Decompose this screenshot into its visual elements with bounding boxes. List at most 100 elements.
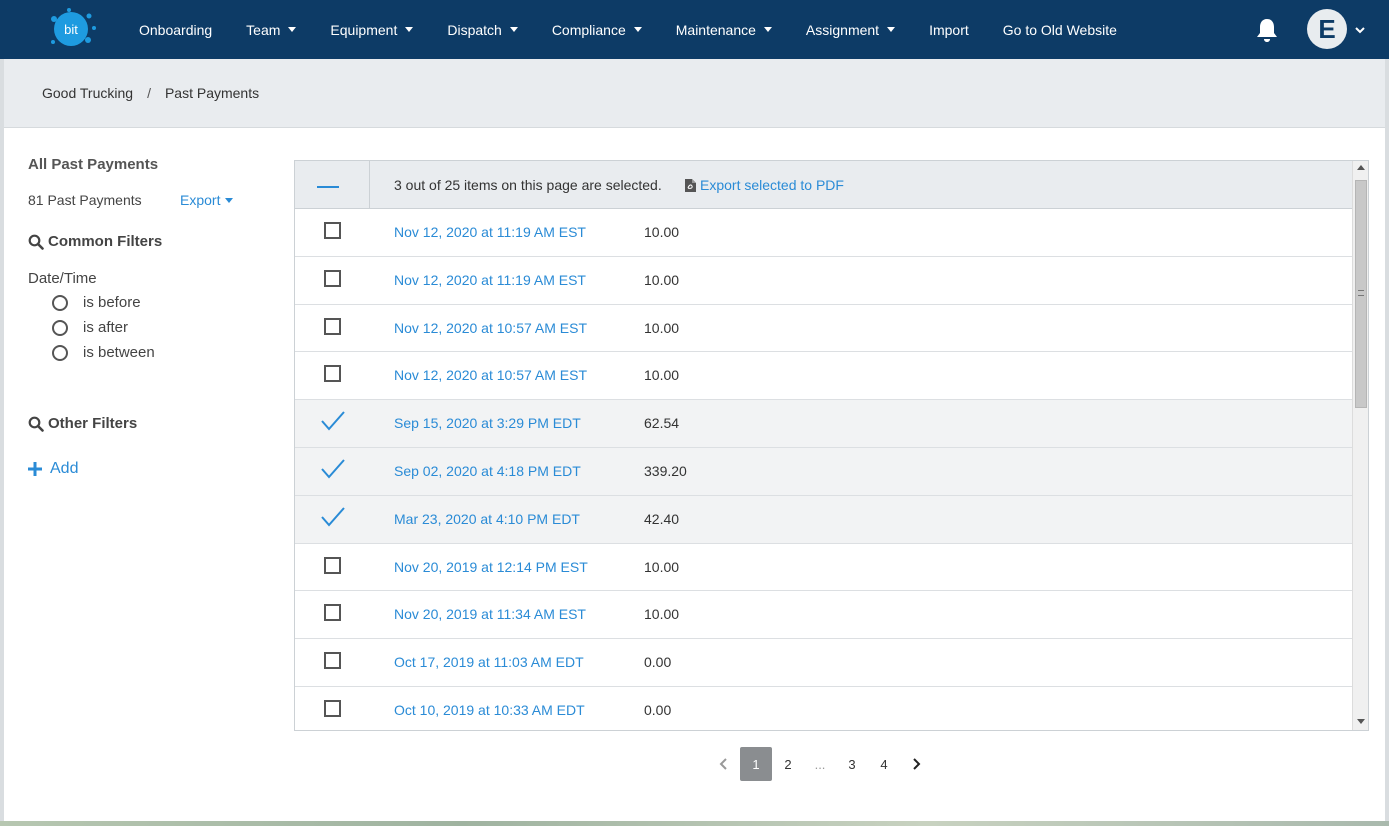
- breadcrumb-separator: /: [147, 85, 151, 101]
- nav-item-team[interactable]: Team: [229, 0, 313, 59]
- row-checkbox[interactable]: [324, 317, 341, 335]
- table-row[interactable]: Sep 15, 2020 at 3:29 PM EDT 62.54: [295, 400, 1352, 448]
- export-pdf-label: Export selected to PDF: [700, 177, 844, 193]
- payment-date-link[interactable]: Nov 12, 2020 at 10:57 AM EST: [394, 367, 587, 383]
- payment-date-link[interactable]: Nov 20, 2019 at 11:34 AM EST: [394, 606, 586, 622]
- payment-amount: 339.20: [644, 462, 687, 479]
- caret-down-icon: [225, 197, 234, 203]
- window-frame-right: [1385, 59, 1389, 826]
- payment-amount: 10.00: [644, 271, 680, 288]
- nav-item-label: Assignment: [805, 21, 880, 38]
- page-button-1[interactable]: 1: [740, 747, 772, 781]
- add-filter-button[interactable]: Add: [28, 460, 78, 478]
- row-checkbox[interactable]: [324, 365, 341, 383]
- chevron-down-icon[interactable]: [1354, 25, 1366, 35]
- page-title: All Past Payments: [28, 156, 159, 173]
- row-checkbox[interactable]: [324, 699, 341, 717]
- export-pdf-link[interactable]: Export selected to PDF: [685, 177, 844, 193]
- table-row[interactable]: Sep 02, 2020 at 4:18 PM EDT 339.20: [295, 447, 1352, 496]
- payment-amount: 10.00: [644, 224, 680, 240]
- payment-date-link[interactable]: Oct 10, 2019 at 10:33 AM EDT: [394, 702, 585, 718]
- scroll-up-arrow-icon[interactable]: [1357, 165, 1365, 170]
- avatar[interactable]: E: [1307, 9, 1347, 49]
- logo[interactable]: bit: [44, 6, 98, 52]
- radio-label: is after: [83, 319, 129, 336]
- table-row[interactable]: Nov 20, 2019 at 11:34 AM EST 10.00: [295, 591, 1352, 640]
- payment-date-link[interactable]: Nov 12, 2020 at 11:19 AM EST: [394, 272, 586, 288]
- breadcrumb-item-company[interactable]: Good Trucking: [42, 85, 133, 101]
- table-row[interactable]: Nov 12, 2020 at 10:57 AM EST 10.00: [295, 352, 1352, 401]
- nav-item-import[interactable]: Import: [912, 0, 986, 59]
- payment-date-link[interactable]: Oct 17, 2019 at 11:03 AM EDT: [394, 654, 584, 670]
- export-label: Export: [180, 192, 221, 208]
- payment-date-link[interactable]: Nov 12, 2020 at 11:19 AM EST: [394, 224, 586, 240]
- table-row[interactable]: Nov 12, 2020 at 11:19 AM EST 10.00: [295, 257, 1352, 305]
- row-checkbox[interactable]: [324, 652, 341, 670]
- nav-item-onboarding[interactable]: Onboarding: [122, 0, 229, 59]
- export-dropdown[interactable]: Export: [180, 192, 234, 208]
- caret-down-icon: [633, 27, 642, 32]
- payment-amount: 62.54: [644, 415, 680, 432]
- nav-item-assignment[interactable]: Assignment: [789, 0, 912, 59]
- table-row[interactable]: Mar 23, 2020 at 4:10 PM EDT 42.40: [295, 495, 1352, 544]
- caret-down-icon: [887, 27, 896, 32]
- breadcrumb-item-current: Past Payments: [164, 85, 260, 101]
- select-all-checkbox[interactable]: [295, 161, 370, 208]
- pagination: 1 2... 3 4: [708, 747, 932, 781]
- window-frame-bottom: [0, 821, 1389, 826]
- chevron-right-icon: [913, 758, 921, 770]
- nav-item-equipment[interactable]: Equipment: [313, 0, 430, 59]
- page-button-4[interactable]: 4: [868, 747, 900, 781]
- payment-amount: 0.00: [644, 654, 672, 671]
- nav-item-dispatch[interactable]: Dispatch: [430, 0, 534, 59]
- bell-icon[interactable]: [1255, 17, 1279, 43]
- table-row[interactable]: Nov 12, 2020 at 10:57 AM EST 10.00: [295, 305, 1352, 353]
- nav-item-compliance[interactable]: Compliance: [535, 0, 659, 59]
- payment-date-link[interactable]: Sep 15, 2020 at 3:29 PM EDT: [394, 415, 581, 431]
- nav-item-label: Maintenance: [675, 21, 756, 38]
- scrollbar-thumb[interactable]: [1355, 180, 1367, 408]
- radio-circle[interactable]: [52, 294, 68, 311]
- checkmark-icon[interactable]: [320, 506, 346, 528]
- page-button-2[interactable]: 2: [772, 747, 804, 781]
- payment-date-link[interactable]: Nov 12, 2020 at 10:57 AM EST: [394, 320, 587, 336]
- radio-label: is before: [83, 294, 141, 311]
- search-icon: [28, 234, 44, 250]
- page-button-3[interactable]: 3: [836, 747, 868, 781]
- radio-circle[interactable]: [52, 344, 68, 361]
- checkmark-icon[interactable]: [320, 410, 346, 432]
- avatar-initial: E: [1318, 13, 1336, 44]
- payment-date-link[interactable]: Sep 02, 2020 at 4:18 PM EDT: [394, 463, 581, 479]
- nav-item-label: Compliance: [551, 21, 626, 38]
- table-row[interactable]: Oct 17, 2019 at 11:03 AM EDT 0.00: [295, 639, 1352, 687]
- nav-item-label: Equipment: [330, 21, 398, 38]
- table-row[interactable]: Oct 10, 2019 at 10:33 AM EDT 0.00: [295, 687, 1352, 730]
- payment-date-link[interactable]: Mar 23, 2020 at 4:10 PM EDT: [394, 511, 580, 527]
- common-filters-label: Common Filters: [48, 233, 163, 250]
- radio-is-before[interactable]: is before: [52, 294, 141, 311]
- nav-item-go-to-old-website[interactable]: Go to Old Website: [986, 0, 1134, 59]
- radio-circle[interactable]: [52, 319, 68, 336]
- row-checkbox[interactable]: [324, 269, 341, 287]
- radio-label: is between: [83, 344, 155, 361]
- radio-is-between[interactable]: is between: [52, 344, 155, 361]
- window-frame-left: [0, 59, 4, 826]
- add-label: Add: [50, 460, 79, 477]
- payment-date-link[interactable]: Nov 20, 2019 at 12:14 PM EST: [394, 559, 588, 575]
- vertical-scrollbar[interactable]: [1352, 161, 1368, 730]
- prev-page-button[interactable]: [708, 747, 740, 781]
- row-checkbox[interactable]: [324, 222, 341, 239]
- radio-is-after[interactable]: is after: [52, 319, 128, 336]
- table-row[interactable]: Nov 12, 2020 at 11:19 AM EST 10.00: [295, 209, 1352, 257]
- date-time-label: Date/Time: [28, 270, 97, 287]
- row-checkbox[interactable]: [324, 556, 341, 574]
- checkmark-icon[interactable]: [320, 458, 346, 480]
- table-row[interactable]: Nov 20, 2019 at 12:14 PM EST 10.00: [295, 544, 1352, 592]
- scroll-down-arrow-icon[interactable]: [1357, 719, 1365, 724]
- row-checkbox[interactable]: [324, 604, 341, 622]
- nav-item-maintenance[interactable]: Maintenance: [659, 0, 789, 59]
- next-page-button[interactable]: [900, 747, 932, 781]
- nav-item-label: Dispatch: [447, 21, 502, 38]
- selection-status: 3 out of 25 items on this page are selec…: [394, 177, 662, 193]
- caret-down-icon: [509, 27, 518, 32]
